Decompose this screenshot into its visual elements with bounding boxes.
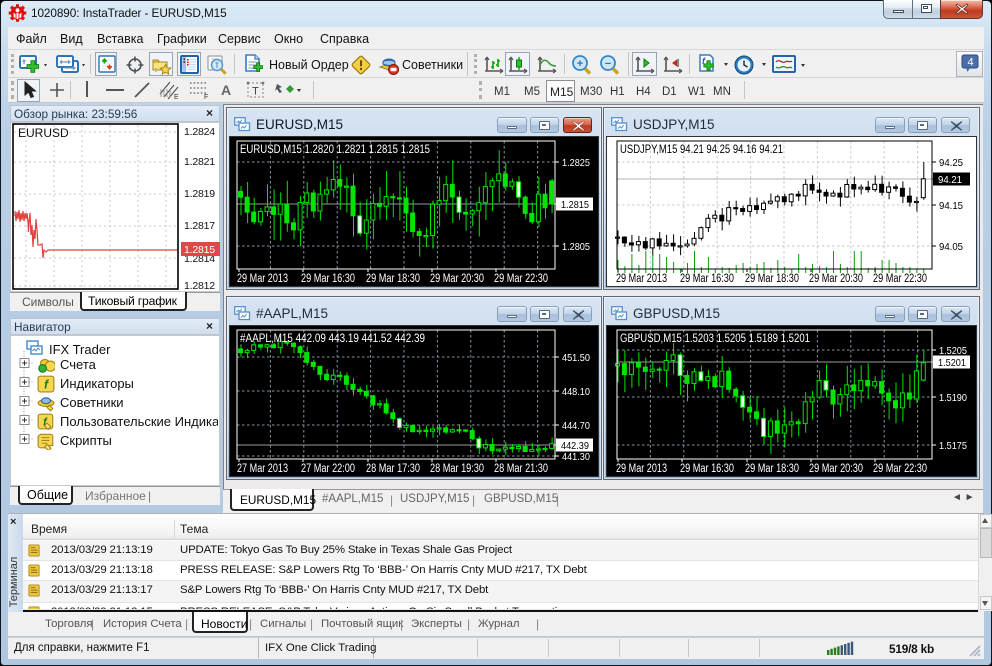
svg-text:1.2805: 1.2805 bbox=[562, 241, 590, 253]
svg-text:1.5190: 1.5190 bbox=[939, 392, 967, 404]
svg-text:29 Mar 20:30: 29 Mar 20:30 bbox=[809, 463, 863, 475]
svg-text:USDJPY,M15 94.21 94.25 94.16: USDJPY,M15 94.21 94.25 94.16 94.21 bbox=[620, 144, 783, 156]
svg-text:1.5175: 1.5175 bbox=[939, 440, 967, 452]
svg-text:27 Mar 2013: 27 Mar 2013 bbox=[237, 463, 288, 475]
svg-text:29 Mar 20:30: 29 Mar 20:30 bbox=[809, 273, 863, 285]
svg-text:28 Mar 21:30: 28 Mar 21:30 bbox=[494, 463, 548, 475]
svg-text:E: E bbox=[174, 94, 179, 100]
svg-text:29 Mar 22:30: 29 Mar 22:30 bbox=[494, 273, 548, 285]
svg-text:+: + bbox=[577, 58, 583, 70]
svg-text:27 Mar 22:00: 27 Mar 22:00 bbox=[301, 463, 355, 475]
svg-text:GBPUSD,M15 1.5203 1.5205 1.51: GBPUSD,M15 1.5203 1.5205 1.5189 1.5201 bbox=[620, 333, 810, 345]
svg-text:28 Mar 17:30: 28 Mar 17:30 bbox=[366, 463, 420, 475]
svg-text:29 Mar 2013: 29 Mar 2013 bbox=[616, 463, 667, 475]
svg-text:T: T bbox=[252, 86, 259, 98]
svg-text:EURUSD,M15 1.2820 1.2821 1.28: EURUSD,M15 1.2820 1.2821 1.2815 1.2815 bbox=[240, 144, 430, 156]
svg-text:4: 4 bbox=[967, 57, 973, 69]
svg-text:EURUSD: EURUSD bbox=[18, 126, 69, 140]
svg-text:1.5201: 1.5201 bbox=[938, 357, 966, 369]
svg-text:29 Mar 16:30: 29 Mar 16:30 bbox=[301, 273, 355, 285]
svg-text:F: F bbox=[204, 94, 208, 100]
svg-text:444.70: 444.70 bbox=[562, 420, 590, 432]
svg-text:29 Mar 2013: 29 Mar 2013 bbox=[237, 273, 288, 285]
svg-text:94.25: 94.25 bbox=[939, 157, 963, 169]
svg-text:1.5205: 1.5205 bbox=[939, 345, 967, 357]
svg-text:29 Mar 16:30: 29 Mar 16:30 bbox=[680, 463, 734, 475]
svg-text:29 Mar 22:30: 29 Mar 22:30 bbox=[873, 273, 927, 285]
svg-text:29 Mar 16:30: 29 Mar 16:30 bbox=[680, 273, 734, 285]
svg-text:#AAPL,M15 442.09 443.19 441.5: #AAPL,M15 442.09 443.19 441.52 442.39 bbox=[240, 333, 425, 345]
svg-text:441.30: 441.30 bbox=[562, 451, 590, 463]
svg-text:29 Mar 18:30: 29 Mar 18:30 bbox=[745, 463, 799, 475]
svg-text:28 Mar 19:30: 28 Mar 19:30 bbox=[430, 463, 484, 475]
svg-text:29 Mar 22:30: 29 Mar 22:30 bbox=[873, 463, 927, 475]
svg-text:29 Mar 20:30: 29 Mar 20:30 bbox=[430, 273, 484, 285]
svg-text:451.50: 451.50 bbox=[562, 352, 590, 364]
svg-text:94.05: 94.05 bbox=[939, 241, 963, 253]
svg-text:29 Mar 18:30: 29 Mar 18:30 bbox=[366, 273, 420, 285]
svg-text:94.15: 94.15 bbox=[939, 200, 963, 212]
svg-text:448.10: 448.10 bbox=[562, 386, 590, 398]
svg-text:94.21: 94.21 bbox=[938, 174, 962, 186]
svg-text:1.2825: 1.2825 bbox=[562, 157, 590, 169]
svg-text:29 Mar 2013: 29 Mar 2013 bbox=[616, 273, 667, 285]
svg-text:29 Mar 18:30: 29 Mar 18:30 bbox=[745, 273, 799, 285]
svg-text:−: − bbox=[605, 58, 611, 70]
svg-text:1.2815: 1.2815 bbox=[561, 199, 589, 211]
svg-text:442.39: 442.39 bbox=[561, 440, 589, 452]
